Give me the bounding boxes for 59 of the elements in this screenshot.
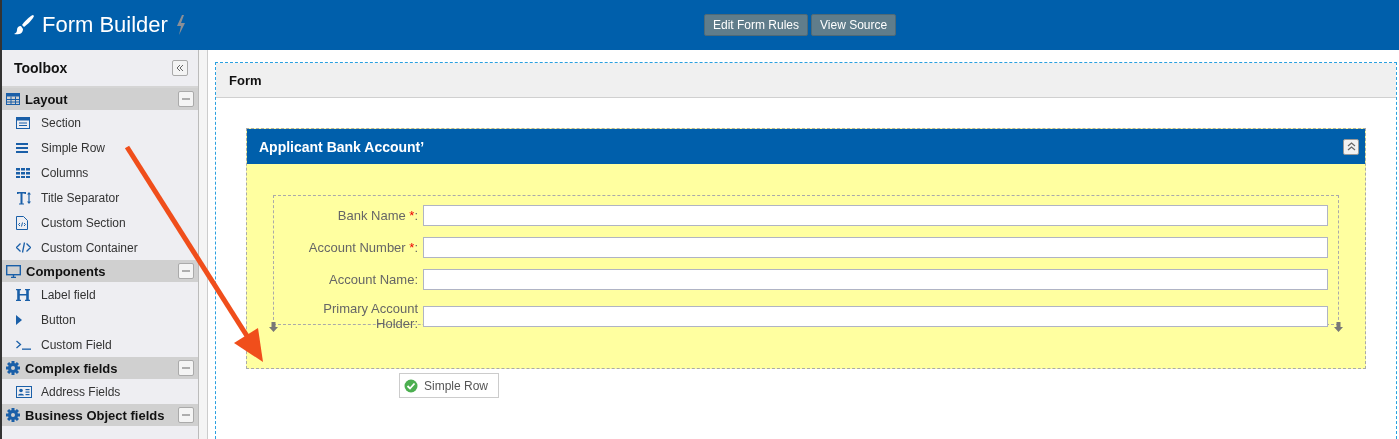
lightning-icon [175, 15, 186, 35]
toolbox-group-header[interactable]: Business Object fields [2, 404, 198, 426]
code-icon [16, 242, 31, 253]
collapse-icon[interactable] [172, 60, 188, 76]
minus-icon[interactable] [178, 407, 194, 423]
group-label: Components [26, 263, 107, 279]
text-height-icon [16, 190, 32, 205]
minus-icon[interactable] [178, 360, 194, 376]
grid-icon [16, 167, 30, 178]
down-arrow-icon[interactable] [269, 322, 278, 332]
panel-splitter[interactable] [199, 50, 208, 439]
toolbox-group-header[interactable]: Complex fields [2, 357, 198, 379]
toolbox-item[interactable]: Custom Container [2, 235, 198, 260]
app-title: Form Builder [42, 12, 168, 38]
menu-icon [16, 142, 28, 153]
toolbox-item[interactable]: Section [2, 110, 198, 135]
caret-icon [16, 314, 22, 325]
contact-card-icon [16, 385, 32, 398]
field-label: Bank Name *: [336, 208, 418, 223]
toolbox-item[interactable]: Label field [2, 282, 198, 307]
group-label: Layout [25, 91, 69, 107]
minus-icon[interactable] [178, 91, 194, 107]
check-icon [404, 378, 418, 393]
input-field[interactable] [423, 205, 1328, 226]
input-field[interactable] [423, 305, 1328, 327]
field-label: Account Number *: [307, 240, 418, 255]
collapse-icon[interactable] [1343, 138, 1359, 155]
toolbox-group-header[interactable]: Layout [2, 88, 198, 110]
toolbox-item[interactable]: Simple Row [2, 135, 198, 160]
input-field[interactable] [423, 269, 1328, 290]
section-icon [16, 116, 30, 129]
gear-icon [6, 408, 20, 422]
field-label: Account Name: [328, 272, 418, 287]
toolbox-item[interactable]: Address Fields [2, 379, 198, 404]
paintbrush-icon [12, 14, 34, 36]
heading-icon [16, 287, 30, 302]
drag-label: Simple Row [424, 378, 489, 393]
section-title: Applicant Bank Account’ [259, 138, 425, 155]
toolbox-item[interactable]: Title Separator [2, 185, 198, 210]
toolbox-group-header[interactable]: Components [2, 260, 198, 282]
toolbox-item[interactable]: Custom Field [2, 332, 198, 357]
field-label: Primary Account Holder: [322, 301, 418, 331]
toolbar-button[interactable]: Edit Form Rules [704, 14, 809, 36]
terminal-icon [16, 339, 31, 350]
toolbar-button[interactable]: View Source [811, 14, 897, 36]
monitor-icon [6, 264, 21, 278]
down-arrow-icon[interactable] [1334, 322, 1343, 332]
group-label: Business Object fields [25, 407, 166, 423]
toolbox-title: Toolbox [14, 60, 68, 76]
input-field[interactable] [423, 237, 1328, 258]
gear-icon [6, 361, 20, 375]
form-title: Form [229, 72, 262, 88]
table-icon [6, 93, 20, 105]
toolbox-item[interactable]: Custom Section [2, 210, 198, 235]
minus-icon[interactable] [178, 263, 194, 279]
group-label: Complex fields [25, 360, 119, 376]
code-file-icon [16, 215, 28, 230]
toolbox-item[interactable]: Button [2, 307, 198, 332]
toolbox-item[interactable]: Columns [2, 160, 198, 185]
